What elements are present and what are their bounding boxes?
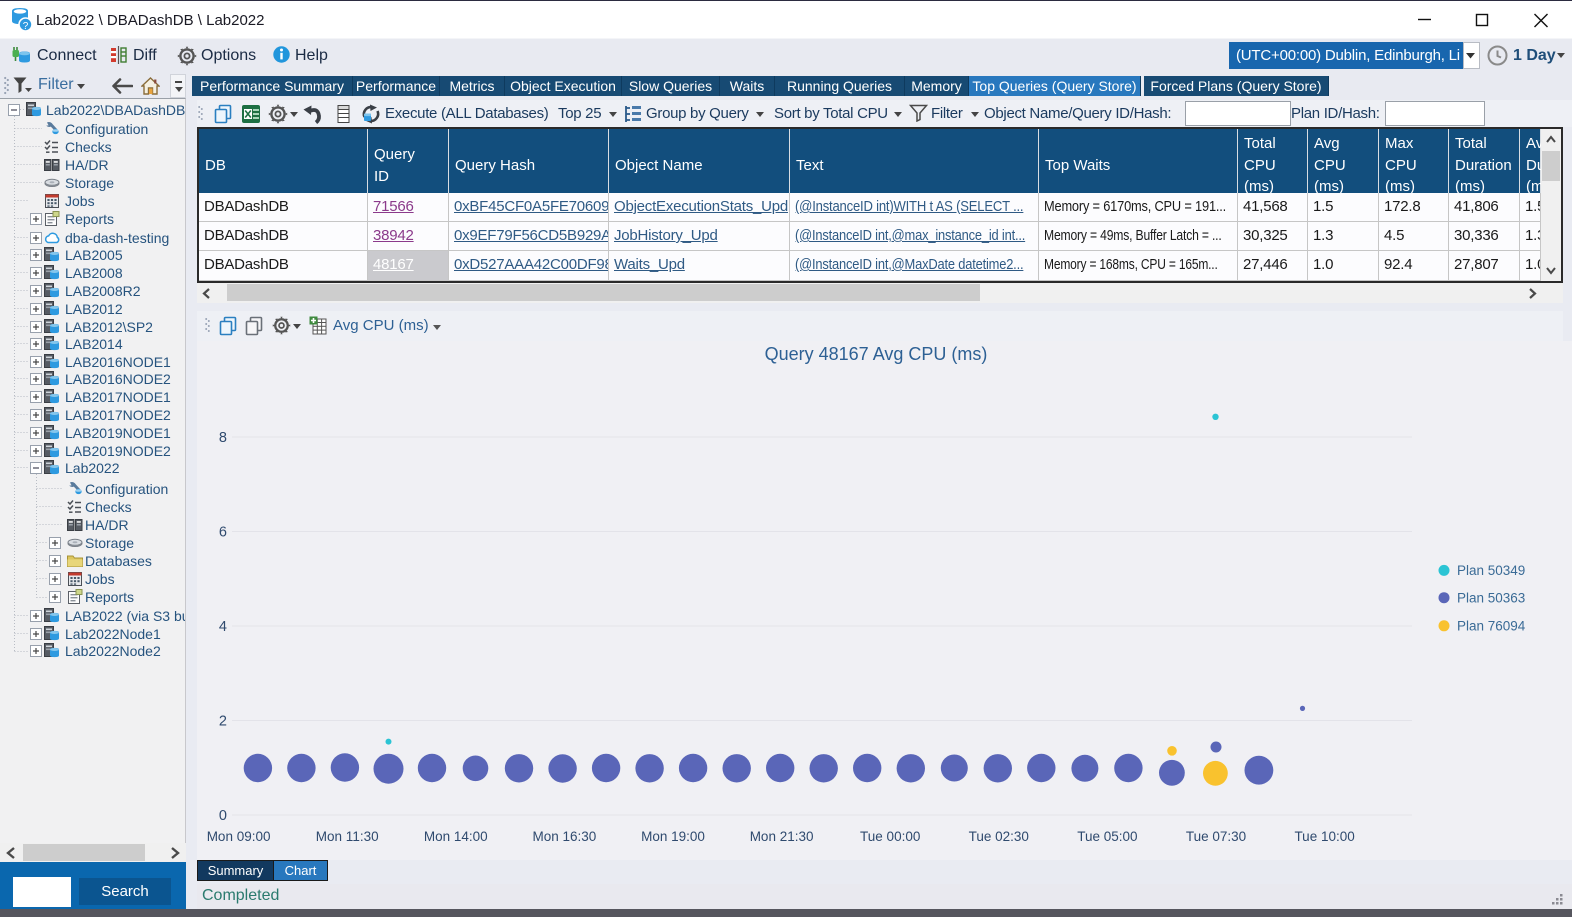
svg-text:Mon 11:30: Mon 11:30: [316, 829, 379, 844]
svg-text:Mon 09:00: Mon 09:00: [207, 829, 271, 844]
svg-text:Tue 02:30: Tue 02:30: [969, 829, 1029, 844]
svg-text:2: 2: [219, 714, 227, 730]
svg-text:6: 6: [219, 525, 227, 541]
svg-text:Tue 00:00: Tue 00:00: [860, 829, 920, 844]
svg-text:Plan 50363: Plan 50363: [1457, 590, 1525, 605]
svg-text:0: 0: [219, 808, 227, 824]
svg-text:?: ?: [23, 21, 29, 32]
svg-text:Plan 50349: Plan 50349: [1457, 563, 1525, 578]
svg-text:Mon 16:30: Mon 16:30: [533, 829, 597, 844]
svg-text:Tue 05:00: Tue 05:00: [1077, 829, 1137, 844]
svg-text:Mon 21:30: Mon 21:30: [750, 829, 814, 844]
svg-text:Mon 19:00: Mon 19:00: [641, 829, 705, 844]
svg-text:4: 4: [219, 619, 227, 635]
svg-text:Tue 10:00: Tue 10:00: [1294, 829, 1354, 844]
svg-text:Query 48167 Avg CPU (ms): Query 48167 Avg CPU (ms): [765, 344, 988, 364]
svg-text:Plan 76094: Plan 76094: [1457, 618, 1526, 633]
svg-text:Mon 14:00: Mon 14:00: [424, 829, 488, 844]
svg-text:Tue 07:30: Tue 07:30: [1186, 829, 1246, 844]
svg-text:8: 8: [219, 430, 227, 446]
